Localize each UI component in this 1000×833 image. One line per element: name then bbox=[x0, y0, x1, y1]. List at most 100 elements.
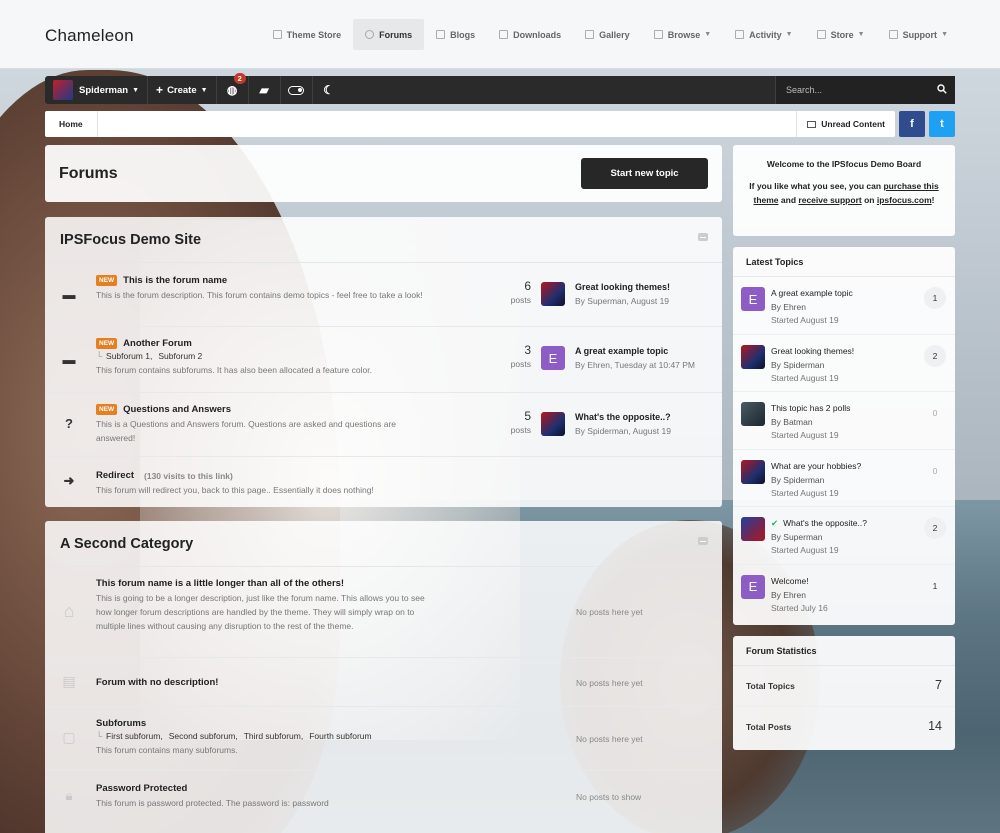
collapse-icon[interactable] bbox=[698, 537, 708, 545]
topic-item[interactable]: Great looking themes! By Spiderman Start… bbox=[733, 335, 955, 393]
site-header: Chameleon Theme Store Forums Blogs Downl… bbox=[0, 0, 1000, 69]
breadcrumb-home[interactable]: Home bbox=[45, 111, 98, 137]
nav-blogs[interactable]: Blogs bbox=[424, 19, 487, 50]
topic-title[interactable]: Great looking themes! bbox=[771, 346, 854, 356]
forum-name[interactable]: Subforums bbox=[96, 718, 146, 729]
topic-item[interactable]: ✔What's the opposite..? By Superman Star… bbox=[733, 507, 955, 565]
forum-name[interactable]: Forum with no description! bbox=[96, 677, 218, 688]
document-icon bbox=[889, 30, 898, 39]
avatar[interactable] bbox=[741, 460, 765, 484]
forum-row[interactable]: ➜ Redirect(130 visits to this link) This… bbox=[45, 457, 722, 507]
subforum-arrow-icon: └ bbox=[96, 731, 102, 741]
topic-item[interactable]: E A great example topic By Ehren Started… bbox=[733, 277, 955, 335]
last-post-title[interactable]: Great looking themes! bbox=[575, 282, 670, 292]
nav-support[interactable]: Support▼ bbox=[877, 19, 960, 50]
forum-row[interactable]: ▤ Forum with no description! No posts he… bbox=[45, 658, 722, 707]
arrow-right-icon: ➜ bbox=[61, 473, 77, 489]
category-title[interactable]: A Second Category bbox=[60, 536, 193, 552]
house-icon: ⌂ bbox=[61, 601, 77, 622]
avatar[interactable] bbox=[741, 517, 765, 541]
camera-icon bbox=[585, 30, 594, 39]
nav-theme-store[interactable]: Theme Store bbox=[261, 19, 354, 50]
avatar[interactable]: E bbox=[741, 287, 765, 311]
last-post-title[interactable]: What's the opposite..? bbox=[575, 412, 671, 422]
avatar[interactable] bbox=[741, 345, 765, 369]
forum-name[interactable]: This is the forum name bbox=[123, 275, 227, 286]
forum-row[interactable]: ▢ Subforums └First subforum,Second subfo… bbox=[45, 707, 722, 771]
topic-title[interactable]: A great example topic bbox=[771, 288, 853, 298]
messages-button[interactable]: ▰ bbox=[249, 76, 281, 104]
nav-store[interactable]: Store▼ bbox=[805, 19, 877, 50]
notifications-button[interactable]: ◍ 2 bbox=[217, 76, 249, 104]
dark-mode-button[interactable]: ☾ bbox=[313, 76, 345, 104]
forum-row[interactable]: 🔒︎ Password Protected This forum is pass… bbox=[45, 771, 722, 823]
theme-toggle[interactable] bbox=[281, 76, 313, 104]
site-logo[interactable]: Chameleon bbox=[45, 26, 134, 46]
forum-name[interactable]: Redirect bbox=[96, 470, 134, 481]
nav-forums[interactable]: Forums bbox=[353, 19, 424, 50]
search-input[interactable]: Search... bbox=[775, 76, 955, 104]
comments-icon: ▬ bbox=[61, 352, 77, 367]
no-posts-label: No posts here yet bbox=[576, 678, 643, 688]
facebook-button[interactable]: f bbox=[899, 111, 925, 137]
support-link[interactable]: receive support bbox=[798, 195, 861, 205]
post-count: 5 bbox=[485, 409, 531, 423]
topic-item[interactable]: What are your hobbies? By Spiderman Star… bbox=[733, 450, 955, 508]
forum-row[interactable]: ? NEWQuestions and Answers This is a Que… bbox=[45, 393, 722, 457]
shirt-icon: ▤ bbox=[61, 673, 77, 690]
topic-item[interactable]: This topic has 2 polls By Batman Started… bbox=[733, 392, 955, 450]
search-icon[interactable] bbox=[937, 84, 947, 94]
nav-browse[interactable]: Browse▼ bbox=[642, 19, 723, 50]
stat-row: Total Topics 7 bbox=[733, 666, 955, 707]
nav-gallery[interactable]: Gallery bbox=[573, 19, 642, 50]
nav-activity[interactable]: Activity▼ bbox=[723, 19, 804, 50]
forum-name[interactable]: This forum name is a little longer than … bbox=[96, 578, 344, 589]
create-menu[interactable]: + Create ▼ bbox=[148, 76, 217, 104]
redirect-visits: (130 visits to this link) bbox=[144, 471, 233, 481]
latest-topics-widget: Latest Topics E A great example topic By… bbox=[733, 247, 955, 625]
subforum-arrow-icon: └ bbox=[96, 351, 102, 361]
reply-count: 0 bbox=[924, 402, 946, 424]
no-posts-label: No posts here yet bbox=[576, 734, 643, 744]
nav-downloads[interactable]: Downloads bbox=[487, 19, 573, 50]
forum-row[interactable]: ⌂ This forum name is a little longer tha… bbox=[45, 567, 722, 658]
pencil-icon bbox=[436, 30, 445, 39]
chevron-down-icon: ▼ bbox=[786, 31, 793, 38]
solved-check-icon: ✔ bbox=[771, 518, 778, 528]
comments-icon bbox=[365, 30, 374, 39]
topic-title[interactable]: What are your hobbies? bbox=[771, 461, 861, 471]
reply-count: 2 bbox=[924, 345, 946, 367]
avatar[interactable] bbox=[541, 282, 565, 306]
subforum-list: └First subforum,Second subforum,Third su… bbox=[96, 731, 426, 741]
collapse-icon[interactable] bbox=[698, 233, 708, 241]
ipsfocus-link[interactable]: ipsfocus.com bbox=[877, 195, 932, 205]
globe-icon: ◍ bbox=[227, 83, 237, 97]
avatar[interactable] bbox=[541, 412, 565, 436]
category-title[interactable]: IPSFocus Demo Site bbox=[60, 232, 201, 248]
forum-row[interactable]: ▬ NEWAnother Forum └Subforum 1,Subforum … bbox=[45, 327, 722, 393]
forum-name[interactable]: Another Forum bbox=[123, 338, 192, 349]
topic-item[interactable]: E Welcome! By Ehren Started July 16 1 bbox=[733, 565, 955, 623]
unread-content-button[interactable]: Unread Content bbox=[796, 111, 895, 137]
twitter-button[interactable]: t bbox=[929, 111, 955, 137]
widget-title: Forum Statistics bbox=[733, 636, 955, 666]
avatar[interactable] bbox=[741, 402, 765, 426]
user-menu[interactable]: Spiderman ▼ bbox=[45, 76, 148, 104]
avatar[interactable]: E bbox=[741, 575, 765, 599]
chevron-down-icon: ▼ bbox=[858, 31, 865, 38]
reply-count: 1 bbox=[924, 575, 946, 597]
topic-title[interactable]: Welcome! bbox=[771, 576, 809, 586]
forum-description: This forum contains subforums. It has al… bbox=[96, 363, 426, 377]
forum-name[interactable]: Questions and Answers bbox=[123, 404, 231, 415]
megaphone-icon bbox=[735, 30, 744, 39]
chevron-down-icon: ▼ bbox=[201, 87, 208, 94]
topic-title[interactable]: This topic has 2 polls bbox=[771, 403, 850, 413]
start-new-topic-button[interactable]: Start new topic bbox=[581, 158, 708, 189]
forum-row[interactable]: ▬ NEWThis is the forum name This is the … bbox=[45, 263, 722, 327]
last-post-title[interactable]: A great example topic bbox=[575, 346, 695, 356]
reply-count: 0 bbox=[924, 460, 946, 482]
avatar[interactable]: E bbox=[541, 346, 565, 370]
document-icon bbox=[273, 30, 282, 39]
forum-name[interactable]: Password Protected bbox=[96, 783, 187, 794]
welcome-widget: Welcome to the IPSfocus Demo Board If yo… bbox=[733, 145, 955, 236]
